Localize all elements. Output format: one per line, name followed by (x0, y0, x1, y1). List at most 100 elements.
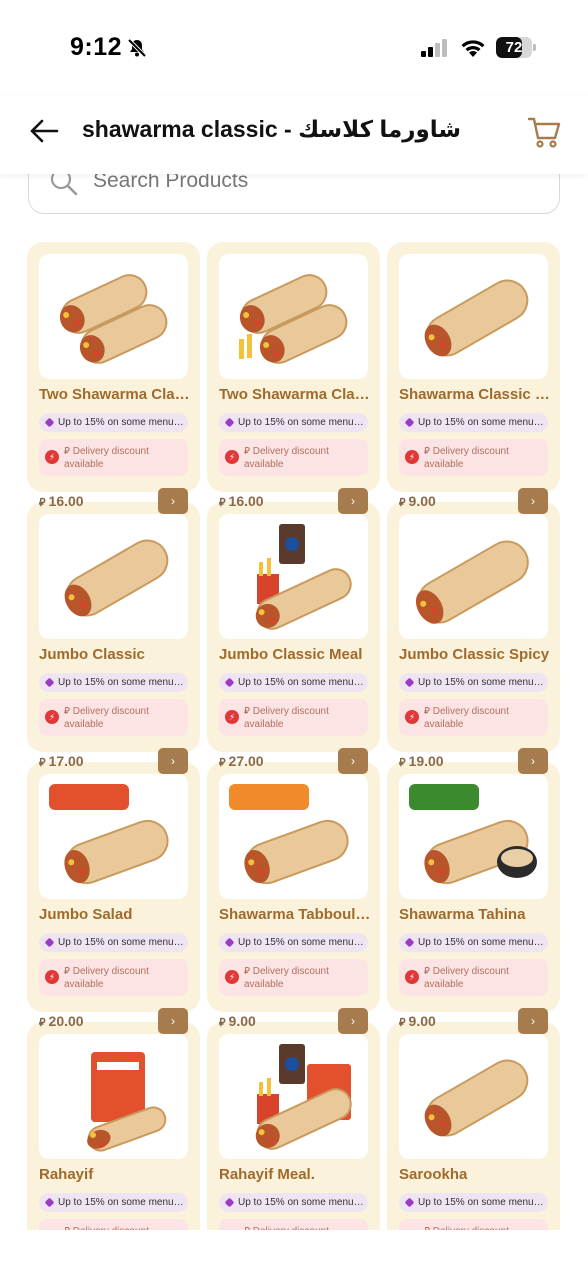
delivery-badge: ⚡ ⃁ Delivery discount available (219, 959, 368, 996)
chevron-right-icon: › (531, 754, 535, 768)
back-arrow-icon[interactable] (28, 114, 62, 148)
product-card[interactable]: Two Shawarma Classic Up to 15% on some m… (207, 242, 380, 514)
promo-badge: Up to 15% on some menu items (219, 933, 368, 952)
product-card[interactable]: Rahayif Up to 15% on some menu items ⚡ ⃁… (27, 1022, 200, 1230)
product-image (399, 774, 548, 899)
product-name: Shawarma Classic Wrap (399, 386, 551, 403)
product-image (39, 254, 188, 379)
promo-badge: Up to 15% on some menu items (219, 413, 368, 432)
product-image (219, 514, 368, 639)
tag-icon (224, 417, 235, 428)
top-app-bar: shawarma classic - شاورما كلاسك (0, 96, 588, 174)
product-card[interactable]: Jumbo Classic Up to 15% on some menu ite… (27, 502, 200, 774)
delivery-badge: ⚡ ⃁ Delivery discount available (399, 699, 548, 736)
product-image (219, 254, 368, 379)
tag-icon (224, 937, 235, 948)
delivery-badge: ⚡ ⃁ Delivery discount available (39, 699, 188, 736)
view-product-button[interactable]: › (158, 1008, 188, 1034)
status-bar: 9:12 72 (0, 0, 588, 96)
product-price: ⃁ 20.00 (39, 1013, 84, 1030)
product-image (399, 514, 548, 639)
price-value: 16.00 (48, 493, 84, 509)
product-list[interactable]: Two Shawarma Classic Up to 15% on some m… (0, 214, 588, 1230)
product-price: ⃁ 17.00 (39, 753, 84, 770)
delivery-text: ⃁ Delivery discount available (64, 446, 149, 470)
delivery-text: ⃁ Delivery discount available (424, 706, 509, 730)
lightning-icon: ⚡ (45, 710, 59, 724)
tag-icon (224, 1197, 235, 1208)
promo-badge: Up to 15% on some menu items (399, 1193, 548, 1212)
product-image (39, 514, 188, 639)
status-time: 9:12 (70, 33, 123, 61)
price-value: 19.00 (408, 753, 444, 769)
promo-text: Up to 15% on some menu items (58, 937, 188, 948)
product-price: ⃁ 16.00 (39, 493, 84, 510)
cart-icon[interactable] (526, 114, 562, 150)
tag-icon (44, 1197, 55, 1208)
product-name: Jumbo Classic Spicy (399, 646, 550, 663)
view-product-button[interactable]: › (518, 748, 548, 774)
price-value: 17.00 (48, 753, 84, 769)
promo-badge: Up to 15% on some menu items (219, 1193, 368, 1212)
currency-symbol: ⃁ (219, 1017, 226, 1029)
promo-text: Up to 15% on some menu items (58, 1197, 188, 1208)
product-card[interactable]: Shawarma Classic Wrap Up to 15% on some … (387, 242, 560, 514)
product-card[interactable]: Rahayif Meal. Up to 15% on some menu ite… (207, 1022, 380, 1230)
product-card[interactable]: Jumbo Classic Meal Up to 15% on some men… (207, 502, 380, 774)
view-product-button[interactable]: › (338, 488, 368, 514)
delivery-badge: ⚡ ⃁ Delivery discount available (219, 1219, 368, 1230)
product-image (399, 1034, 548, 1159)
lightning-icon: ⚡ (225, 970, 239, 984)
product-name: Jumbo Classic (39, 646, 145, 663)
view-product-button[interactable]: › (518, 1008, 548, 1034)
view-product-button[interactable]: › (158, 488, 188, 514)
promo-badge: Up to 15% on some menu items (399, 933, 548, 952)
product-price: ⃁ 9.00 (399, 493, 436, 510)
promo-text: Up to 15% on some menu items (418, 677, 548, 688)
lightning-icon: ⚡ (405, 450, 419, 464)
chevron-right-icon: › (531, 494, 535, 508)
product-card[interactable]: Shawarma Tabbouleh Up to 15% on some men… (207, 762, 380, 1034)
product-price: ⃁ 27.00 (219, 753, 264, 770)
promo-text: Up to 15% on some menu items (238, 1197, 368, 1208)
chevron-right-icon: › (171, 494, 175, 508)
currency-symbol: ⃁ (219, 757, 226, 769)
currency-symbol: ⃁ (399, 757, 406, 769)
lightning-icon: ⚡ (45, 970, 59, 984)
delivery-text: ⃁ Delivery discount available (244, 966, 329, 990)
currency-symbol: ⃁ (39, 497, 46, 509)
promo-text: Up to 15% on some menu items (238, 937, 368, 948)
product-price: ⃁ 19.00 (399, 753, 444, 770)
product-card[interactable]: Jumbo Classic Spicy Up to 15% on some me… (387, 502, 560, 774)
view-product-button[interactable]: › (158, 748, 188, 774)
page-title: shawarma classic - شاورما كلاسك (82, 116, 462, 142)
tag-icon (44, 417, 55, 428)
view-product-button[interactable]: › (518, 488, 548, 514)
promo-text: Up to 15% on some menu items (58, 677, 188, 688)
product-name: Rahayif Meal. (219, 1166, 315, 1183)
delivery-badge: ⚡ ⃁ Delivery discount available (39, 1219, 188, 1230)
battery-percent: 72 (505, 39, 523, 56)
lightning-icon: ⚡ (405, 710, 419, 724)
chevron-right-icon: › (351, 494, 355, 508)
delivery-text: ⃁ Delivery discount available (244, 706, 329, 730)
product-image (219, 1034, 368, 1159)
tag-icon (44, 677, 55, 688)
delivery-text: ⃁ Delivery discount available (424, 446, 509, 470)
lightning-icon: ⚡ (225, 710, 239, 724)
currency-symbol: ⃁ (219, 497, 226, 509)
chevron-right-icon: › (351, 754, 355, 768)
product-card[interactable]: Sarookha Up to 15% on some menu items ⚡ … (387, 1022, 560, 1230)
promo-badge: Up to 15% on some menu items (39, 1193, 188, 1212)
product-name: Two Shawarma Classic (39, 386, 191, 403)
view-product-button[interactable]: › (338, 748, 368, 774)
product-card[interactable]: Jumbo Salad Up to 15% on some menu items… (27, 762, 200, 1034)
product-name: Two Shawarma Classic (219, 386, 371, 403)
product-card[interactable]: Two Shawarma Classic Up to 15% on some m… (27, 242, 200, 514)
promo-badge: Up to 15% on some menu items (399, 413, 548, 432)
view-product-button[interactable]: › (338, 1008, 368, 1034)
bell-muted-icon (127, 38, 147, 58)
product-image (39, 1034, 188, 1159)
battery-icon: 72 (496, 37, 536, 58)
product-card[interactable]: Shawarma Tahina Up to 15% on some menu i… (387, 762, 560, 1034)
